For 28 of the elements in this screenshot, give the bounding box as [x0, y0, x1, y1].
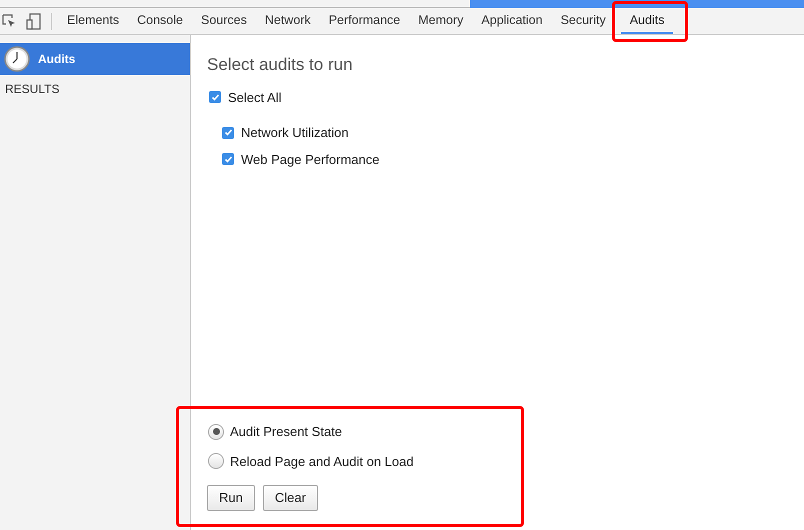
clock-icon [4, 46, 30, 72]
panel-tab[interactable]: Console [128, 8, 192, 34]
sidebar-section-title: RESULTS [4, 81, 60, 98]
checkbox-label: Network Utilization [241, 124, 349, 142]
radio-button[interactable] [208, 424, 224, 440]
panel-title: Select audits to run [207, 54, 354, 76]
panel-tab[interactable]: Security [552, 8, 615, 34]
action-button[interactable]: Run [207, 485, 255, 511]
checkbox-label: Select All [228, 88, 282, 106]
sidebar-item[interactable]: Audits [0, 43, 190, 75]
panel-tab[interactable]: Application [472, 8, 552, 34]
checkbox[interactable] [209, 91, 221, 104]
action-button[interactable]: Clear [262, 485, 318, 511]
device-icon[interactable] [26, 12, 41, 30]
sidebar-item-label: Audits [38, 51, 76, 68]
panel-tab[interactable]: Network [256, 8, 320, 34]
panel-tab[interactable]: Memory [409, 8, 472, 34]
radio-label: Audit Present State [230, 423, 342, 441]
checkbox[interactable] [222, 126, 234, 139]
radio-label: Reload Page and Audit on Load [230, 452, 414, 471]
inspect-icon[interactable] [1, 13, 17, 29]
checkbox-label: Web Page Performance [241, 150, 380, 169]
panel-tab[interactable]: Audits [620, 8, 674, 34]
panel-tab[interactable]: Performance [320, 8, 410, 34]
panel-tab[interactable]: Sources [192, 8, 256, 34]
radio-button[interactable] [208, 453, 224, 470]
panel-tab[interactable]: Elements [58, 8, 128, 34]
checkbox[interactable] [222, 153, 234, 166]
